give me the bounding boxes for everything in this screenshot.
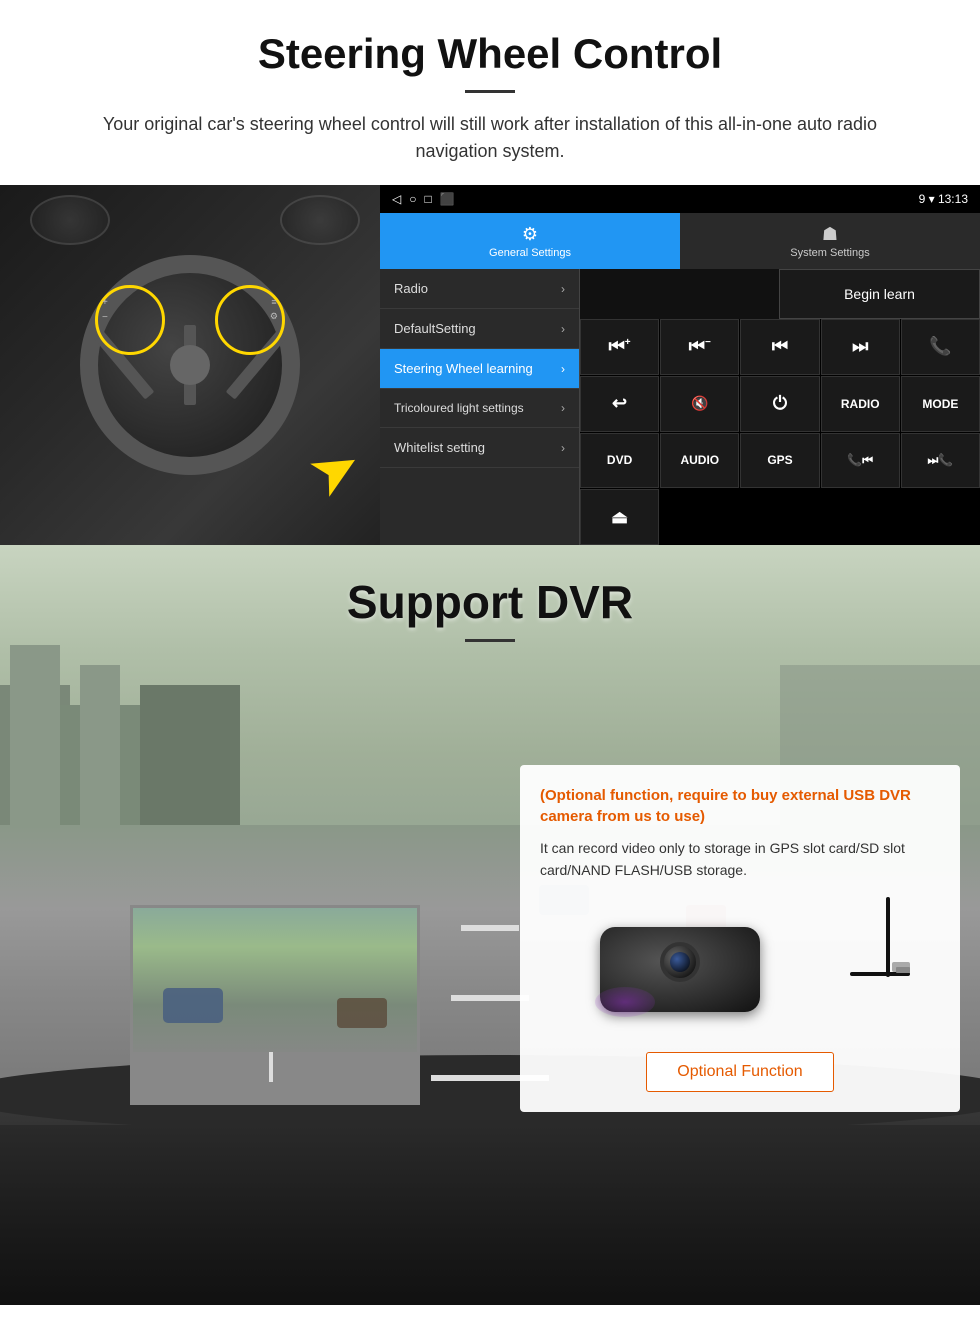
chevron-icon: ›: [561, 282, 565, 296]
radio-label: RADIO: [841, 397, 880, 411]
tab-system-settings[interactable]: ☗ System Settings: [680, 213, 980, 269]
dvd-button[interactable]: DVD: [580, 433, 659, 489]
menu-item-whitelist[interactable]: Whitelist setting ›: [380, 428, 579, 468]
prev-icon: ⏮: [772, 336, 788, 357]
gps-label: GPS: [767, 453, 792, 467]
begin-learn-row: Begin learn: [580, 269, 980, 319]
radio-button[interactable]: RADIO: [821, 376, 900, 432]
menu-default-label: DefaultSetting: [394, 321, 476, 336]
page-title: Steering Wheel Control: [60, 30, 920, 78]
back-icon[interactable]: ◁: [392, 192, 401, 206]
title-divider: [465, 90, 515, 93]
menu-icon[interactable]: ⬛: [440, 192, 455, 206]
audio-label: AUDIO: [680, 453, 719, 467]
status-time: 9 ▾ 13:13: [919, 192, 968, 206]
vol-up-icon: ⏮+: [609, 336, 631, 357]
menu-radio-label: Radio: [394, 281, 428, 296]
next-icon: ⏭: [852, 336, 868, 357]
vol-down-icon: ⏮−: [689, 336, 711, 357]
phone-icon: 📞: [929, 336, 951, 357]
menu-item-steering-wheel[interactable]: Steering Wheel learning ›: [380, 349, 579, 389]
status-bar: ◁ ○ □ ⬛ 9 ▾ 13:13: [380, 185, 980, 213]
dvr-title: Support DVR: [0, 575, 980, 629]
vol-down-button[interactable]: ⏮−: [660, 319, 739, 375]
phone-button[interactable]: 📞: [901, 319, 980, 375]
dvr-camera-illustration: [570, 897, 910, 1027]
dvr-divider: [465, 639, 515, 642]
vol-up-button[interactable]: ⏮+: [580, 319, 659, 375]
dvd-label: DVD: [607, 453, 632, 467]
eject-icon: ⏏: [611, 507, 628, 528]
control-buttons-grid: ⏮+ ⏮− ⏮ ⏭ 📞 ↩: [580, 319, 980, 545]
mode-button[interactable]: MODE: [901, 376, 980, 432]
mode-label: MODE: [922, 397, 958, 411]
chevron-icon: ›: [561, 441, 565, 455]
optional-function-button[interactable]: Optional Function: [646, 1052, 833, 1092]
gear-icon: ⚙: [522, 224, 538, 245]
audio-button[interactable]: AUDIO: [660, 433, 739, 489]
nav-icons: ◁ ○ □ ⬛: [392, 192, 455, 206]
dvr-section: Support DVR (Optional function, require …: [0, 545, 980, 1305]
steering-section: +− ≡⚙ ➤ ◁ ○ □ ⬛ 9 ▾ 13:13 ⚙ General Se: [0, 185, 980, 545]
tab-general-settings[interactable]: ⚙ General Settings: [380, 213, 680, 269]
recents-icon[interactable]: □: [424, 192, 431, 206]
menu-whitelist-label: Whitelist setting: [394, 440, 485, 455]
dashboard: [0, 1085, 980, 1305]
steering-wheel-image: +− ≡⚙ ➤: [0, 185, 380, 545]
dashcam-preview: [130, 905, 420, 1105]
steering-wheel: +− ≡⚙: [80, 255, 300, 475]
gps-button[interactable]: GPS: [740, 433, 819, 489]
phone-next-icon: ⏭📞: [928, 453, 954, 468]
power-button[interactable]: ⏻: [740, 376, 819, 432]
chevron-icon: ›: [561, 362, 565, 376]
menu-item-defaultsetting[interactable]: DefaultSetting ›: [380, 309, 579, 349]
tab-general-label: General Settings: [489, 247, 571, 259]
back-call-icon: ↩: [612, 393, 627, 414]
begin-learn-button[interactable]: Begin learn: [779, 269, 980, 319]
menu-tricoloured-label: Tricoloured light settings: [394, 401, 524, 415]
mute-icon: 🔇: [691, 395, 708, 412]
chevron-icon: ›: [561, 322, 565, 336]
back-call-button[interactable]: ↩: [580, 376, 659, 432]
phone-prev-button[interactable]: 📞⏮: [821, 433, 900, 489]
settings-menu: Radio › DefaultSetting › Steering Wheel …: [380, 269, 580, 545]
android-panel: ◁ ○ □ ⬛ 9 ▾ 13:13 ⚙ General Settings ☗ S…: [380, 185, 980, 545]
menu-item-tricoloured[interactable]: Tricoloured light settings ›: [380, 389, 579, 428]
menu-steering-label: Steering Wheel learning: [394, 361, 533, 376]
mute-button[interactable]: 🔇: [660, 376, 739, 432]
power-icon: ⏻: [773, 393, 787, 414]
eject-button[interactable]: ⏏: [580, 489, 659, 545]
subtitle: Your original car's steering wheel contr…: [60, 111, 920, 165]
dvr-title-area: Support DVR: [0, 545, 980, 662]
phone-prev-icon: 📞⏮: [847, 453, 873, 468]
menu-item-radio[interactable]: Radio ›: [380, 269, 579, 309]
prev-button[interactable]: ⏮: [740, 319, 819, 375]
system-icon: ☗: [822, 224, 838, 245]
optional-function-text: (Optional function, require to buy exter…: [540, 785, 940, 827]
tab-system-label: System Settings: [790, 247, 869, 259]
phone-next-button[interactable]: ⏭📞: [901, 433, 980, 489]
home-icon[interactable]: ○: [409, 192, 416, 206]
chevron-icon: ›: [561, 401, 565, 415]
control-panel: Begin learn ⏮+ ⏮− ⏮ ⏭: [580, 269, 980, 545]
dvr-description: It can record video only to storage in G…: [540, 837, 940, 882]
android-tabs: ⚙ General Settings ☗ System Settings: [380, 213, 980, 269]
header-section: Steering Wheel Control Your original car…: [0, 0, 980, 185]
next-button[interactable]: ⏭: [821, 319, 900, 375]
android-content: Radio › DefaultSetting › Steering Wheel …: [380, 269, 980, 545]
dvr-info-box: (Optional function, require to buy exter…: [520, 765, 960, 1112]
